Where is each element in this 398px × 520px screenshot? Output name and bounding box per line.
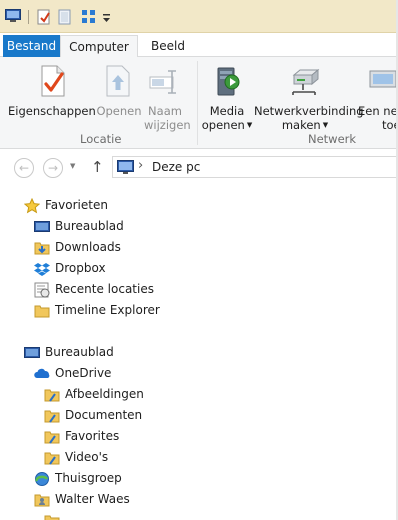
address-toolbar: ← → ▼ ↑ › Deze pc (0, 150, 398, 184)
nav-homegroup-label: Thuisgroep (55, 471, 122, 485)
recent-places-icon (34, 282, 50, 298)
ribbon-tabs: Bestand Computer Beeld (0, 33, 398, 58)
onedrive-icon (34, 366, 50, 382)
breadcrumb-this-pc[interactable]: Deze pc (152, 160, 200, 174)
add-network-location-button[interactable]: Een net toe (356, 63, 398, 129)
nav-favorites-desktop-label: Bureaublad (55, 219, 124, 233)
onedrive-folder-icon (44, 387, 60, 403)
properties-button[interactable]: Eigenschappen (8, 63, 96, 129)
properties-icon[interactable] (37, 9, 51, 25)
desktop-icon (24, 345, 40, 361)
media-open-button[interactable]: Media openen ▼ (200, 63, 254, 132)
dropbox-icon (34, 261, 50, 277)
breadcrumb-separator[interactable]: › (138, 158, 143, 173)
address-bar[interactable]: › Deze pc (112, 156, 398, 178)
tab-file[interactable]: Bestand (3, 35, 60, 57)
title-bar (0, 0, 398, 33)
back-button[interactable]: ← (14, 158, 34, 178)
open-icon (104, 65, 132, 97)
nav-favorites-recent-places-label: Recente locaties (55, 282, 154, 296)
tab-computer[interactable]: Computer (60, 35, 138, 58)
nav-onedrive-label: OneDrive (55, 366, 112, 380)
media-server-icon (213, 65, 241, 97)
onedrive-folder-icon (44, 450, 60, 466)
nav-user-folder-label: Walter Waes (55, 492, 130, 506)
app-window-icon[interactable] (5, 9, 21, 23)
downloads-folder-icon (34, 240, 50, 256)
chevron-down-icon: ▼ (246, 121, 253, 129)
nav-favorites-label: Favorieten (45, 198, 108, 212)
nav-onedrive-favorites-label: Favorites (65, 429, 120, 443)
customize-dropdown-icon[interactable] (102, 12, 111, 22)
chevron-down-icon: ▼ (322, 121, 329, 129)
open-label: Openen (96, 104, 142, 118)
nav-onedrive-pictures-label: Afbeeldingen (65, 387, 144, 401)
onedrive-folder-icon (44, 429, 60, 445)
forward-button[interactable]: → (43, 158, 63, 178)
nav-desktop-label: Bureaublad (45, 345, 114, 359)
add-location-label-line1: Een net (358, 104, 398, 118)
nav-favorites-downloads-label: Downloads (55, 240, 121, 254)
desktop-icon (34, 219, 50, 235)
qat-separator (28, 10, 29, 24)
rename-label-line1: Naam (148, 104, 182, 118)
rename-button[interactable]: Naam wijzigen (144, 63, 191, 132)
media-label-line2: openen (201, 118, 245, 132)
map-drive-label-line2-wrap: maken ▼ (254, 118, 356, 132)
this-pc-icon (117, 160, 134, 175)
group-separator (197, 61, 198, 145)
view-icon[interactable] (81, 9, 97, 25)
recent-locations-icon[interactable]: ▼ (70, 162, 75, 170)
properties-icon (39, 65, 67, 97)
ribbon: Eigenschappen Openen Naam wijzigen Locat… (0, 57, 398, 149)
group-label-network: Netwerk (308, 132, 357, 146)
tab-view[interactable]: Beeld (140, 35, 196, 57)
new-folder-icon[interactable] (58, 9, 72, 25)
nav-onedrive-videos-label: Video's (65, 450, 109, 464)
nav-favorites-dropbox-label: Dropbox (55, 261, 106, 275)
nav-onedrive-documents-label: Documenten (65, 408, 143, 422)
media-label-line1: Media (209, 104, 245, 118)
rename-label-line2: wijzigen (144, 118, 191, 132)
navigation-pane: Favorieten Bureaublad Downloads Dropbox … (0, 184, 398, 520)
network-drive-icon (290, 67, 322, 97)
user-folder-icon (34, 492, 50, 508)
star-icon (23, 197, 41, 214)
open-button[interactable]: Openen (94, 63, 144, 129)
properties-label: Eigenschappen (8, 104, 96, 118)
up-button[interactable]: ↑ (91, 158, 104, 176)
homegroup-icon (34, 471, 50, 487)
map-network-drive-button[interactable]: Netwerkverbinding maken ▼ (254, 63, 364, 132)
folder-icon (44, 513, 60, 520)
folder-icon (34, 303, 50, 319)
media-label-line2-wrap: openen ▼ (200, 118, 254, 132)
map-drive-label-line2: maken (281, 118, 321, 132)
network-location-icon (368, 67, 398, 97)
map-drive-label-line1: Netwerkverbinding (254, 104, 364, 118)
rename-icon (149, 67, 179, 97)
onedrive-folder-icon (44, 408, 60, 424)
nav-favorites-timeline-explorer-label: Timeline Explorer (55, 303, 160, 317)
group-label-location: Locatie (80, 132, 122, 146)
